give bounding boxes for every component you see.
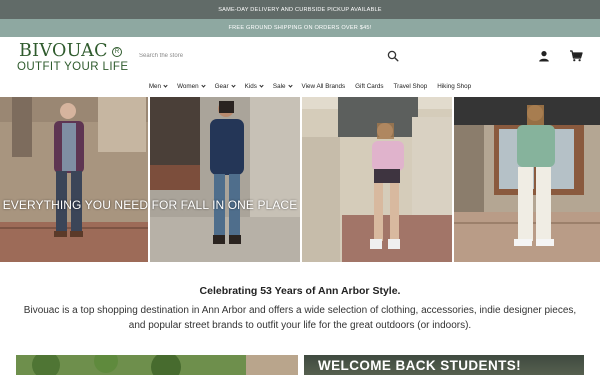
bivouac-logo[interactable]: BIVOUAC R OUTFIT YOUR LIFE xyxy=(17,41,129,75)
nav-item-view-all-brands[interactable]: View All Brands xyxy=(297,83,351,90)
promo-photo-trees xyxy=(16,355,298,375)
account-icon[interactable] xyxy=(538,50,550,62)
hero-banner[interactable]: EVERYTHING YOU NEED FOR FALL IN ONE PLAC… xyxy=(0,97,600,262)
nav-item-travel-shop[interactable]: Travel Shop xyxy=(389,83,433,90)
nav-item-women[interactable]: Women xyxy=(172,83,210,90)
nav-item-kids[interactable]: Kids xyxy=(240,83,268,90)
search-bar xyxy=(131,45,407,67)
chevron-down-icon xyxy=(231,83,236,88)
announcement-delivery-text: SAME-DAY DELIVERY AND CURBSIDE PICKUP AV… xyxy=(218,6,382,13)
chevron-down-icon xyxy=(259,83,264,88)
main-navigation: Men Women Gear Kids Sale View All Brands… xyxy=(0,77,600,96)
nav-item-label: Travel Shop xyxy=(393,83,428,90)
chevron-down-icon xyxy=(163,83,168,88)
nav-item-hiking-shop[interactable]: Hiking Shop xyxy=(432,83,476,90)
hero-photo-man-plaid xyxy=(0,97,148,262)
hero-photo-woman-green xyxy=(453,97,600,262)
promo-students-text: WELCOME BACK STUDENTS! xyxy=(318,358,522,373)
nav-item-label: View All Brands xyxy=(301,83,346,90)
site-header: BIVOUAC R OUTFIT YOUR LIFE xyxy=(0,37,600,77)
promo-tile-outdoor[interactable] xyxy=(16,355,298,375)
nav-item-label: Women xyxy=(177,83,199,90)
logo-tagline: OUTFIT YOUR LIFE xyxy=(17,61,129,73)
promo-tile-students[interactable]: WELCOME BACK STUDENTS! xyxy=(304,355,584,375)
search-input[interactable] xyxy=(131,53,371,59)
announcement-bar-delivery: SAME-DAY DELIVERY AND CURBSIDE PICKUP AV… xyxy=(0,0,600,19)
hero-photo-woman-pink xyxy=(302,97,452,262)
nav-item-label: Gift Cards xyxy=(355,83,384,90)
hero-caption: EVERYTHING YOU NEED FOR FALL IN ONE PLAC… xyxy=(2,198,298,212)
nav-item-label: Gear xyxy=(214,83,229,90)
nav-item-label: Sale xyxy=(272,83,286,90)
logo-name: BIVOUAC xyxy=(19,41,108,61)
nav-item-gift-cards[interactable]: Gift Cards xyxy=(350,83,388,90)
registered-mark-icon: R xyxy=(112,47,122,57)
chevron-down-icon xyxy=(201,83,206,88)
nav-item-label: Men xyxy=(148,83,162,90)
nav-item-label: Kids xyxy=(244,83,257,90)
nav-item-label: Hiking Shop xyxy=(437,83,472,90)
search-icon[interactable] xyxy=(387,50,399,62)
announcement-shipping-text: FREE GROUND SHIPPING ON ORDERS OVER $45! xyxy=(228,25,372,31)
section-heading: Celebrating 53 Years of Ann Arbor Style. xyxy=(199,285,401,297)
nav-item-men[interactable]: Men xyxy=(144,83,172,90)
intro-paragraph: Bivouac is a top shopping destination in… xyxy=(23,305,577,331)
nav-item-gear[interactable]: Gear xyxy=(210,83,240,90)
announcement-bar-shipping: FREE GROUND SHIPPING ON ORDERS OVER $45! xyxy=(0,19,600,37)
chevron-down-icon xyxy=(287,83,293,88)
cart-icon[interactable] xyxy=(569,49,583,62)
hero-photo-man-puffer xyxy=(149,97,300,262)
nav-item-sale[interactable]: Sale xyxy=(268,83,297,90)
